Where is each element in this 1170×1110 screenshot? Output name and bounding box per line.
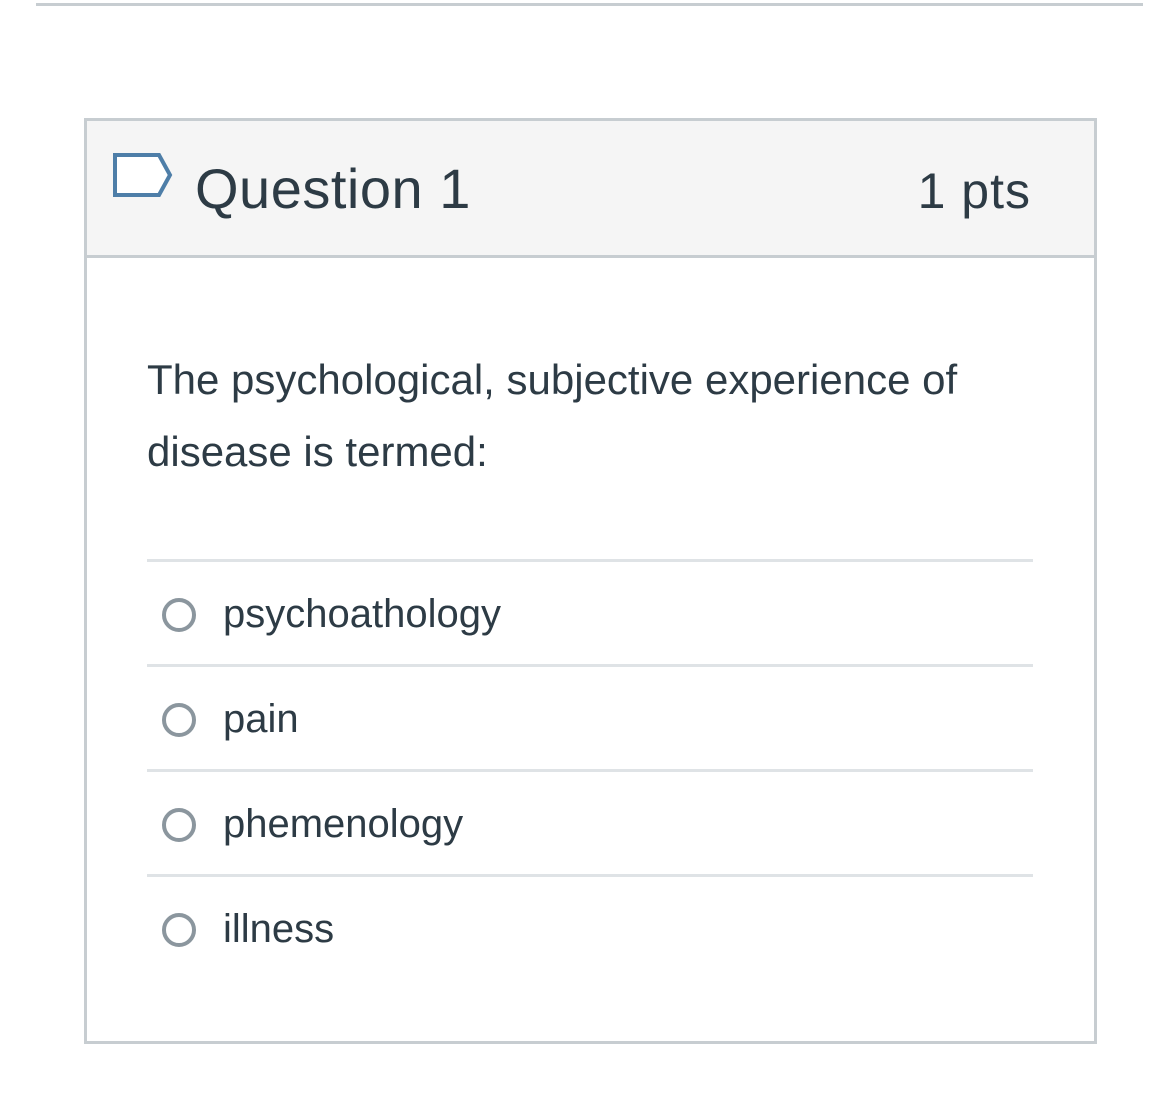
question-header: Question 1 1 pts (87, 121, 1094, 258)
answer-label[interactable]: illness (223, 904, 334, 954)
answer-option[interactable]: pain (147, 667, 1033, 772)
answer-label[interactable]: phemenology (223, 799, 463, 849)
radio-button[interactable] (162, 703, 196, 737)
flag-question-icon[interactable] (112, 152, 174, 202)
question-text: The psychological, subjective experience… (147, 356, 958, 475)
top-divider (36, 3, 1143, 6)
answer-option[interactable]: illness (147, 877, 1033, 979)
answer-option[interactable]: phemenology (147, 772, 1033, 877)
question-points: 1 pts (917, 163, 1031, 219)
answer-option[interactable]: psychoathology (147, 562, 1033, 667)
radio-button[interactable] (162, 598, 196, 632)
answer-label[interactable]: pain (223, 694, 299, 744)
question-title: Question 1 (195, 157, 471, 220)
answer-list: psychoathology pain phemenology illness (147, 559, 1033, 979)
answer-label[interactable]: psychoathology (223, 589, 501, 639)
radio-button[interactable] (162, 913, 196, 947)
radio-button[interactable] (162, 808, 196, 842)
question-card: Question 1 1 pts The psychological, subj… (84, 118, 1097, 1044)
